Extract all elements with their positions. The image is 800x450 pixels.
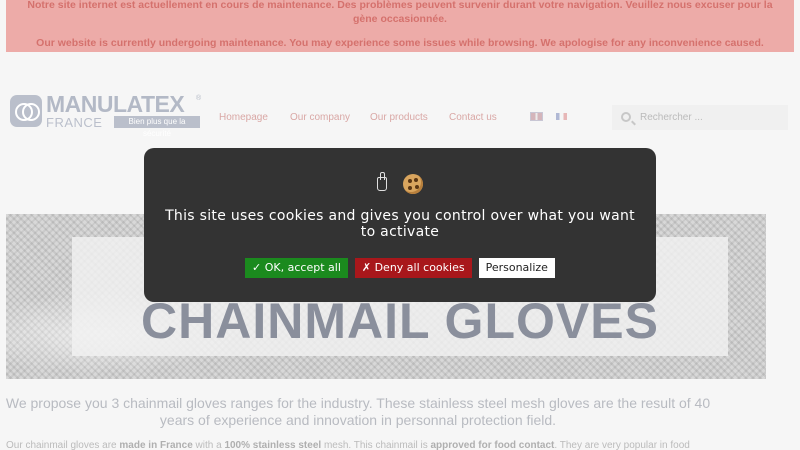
cookie-consent-dialog: This site uses cookies and gives you con…: [144, 148, 656, 302]
hand-icon: [376, 172, 387, 191]
deny-all-button[interactable]: ✗ Deny all cookies: [354, 258, 472, 278]
cookie-icon: [403, 174, 424, 194]
cookie-message: This site uses cookies and gives you con…: [165, 208, 635, 240]
cookie-dialog-icons: [144, 172, 656, 194]
accept-all-button[interactable]: ✓ OK, accept all: [245, 258, 348, 278]
personalize-button[interactable]: Personalize: [478, 258, 555, 278]
cookie-buttons: ✓ OK, accept all ✗ Deny all cookies Pers…: [144, 258, 656, 278]
